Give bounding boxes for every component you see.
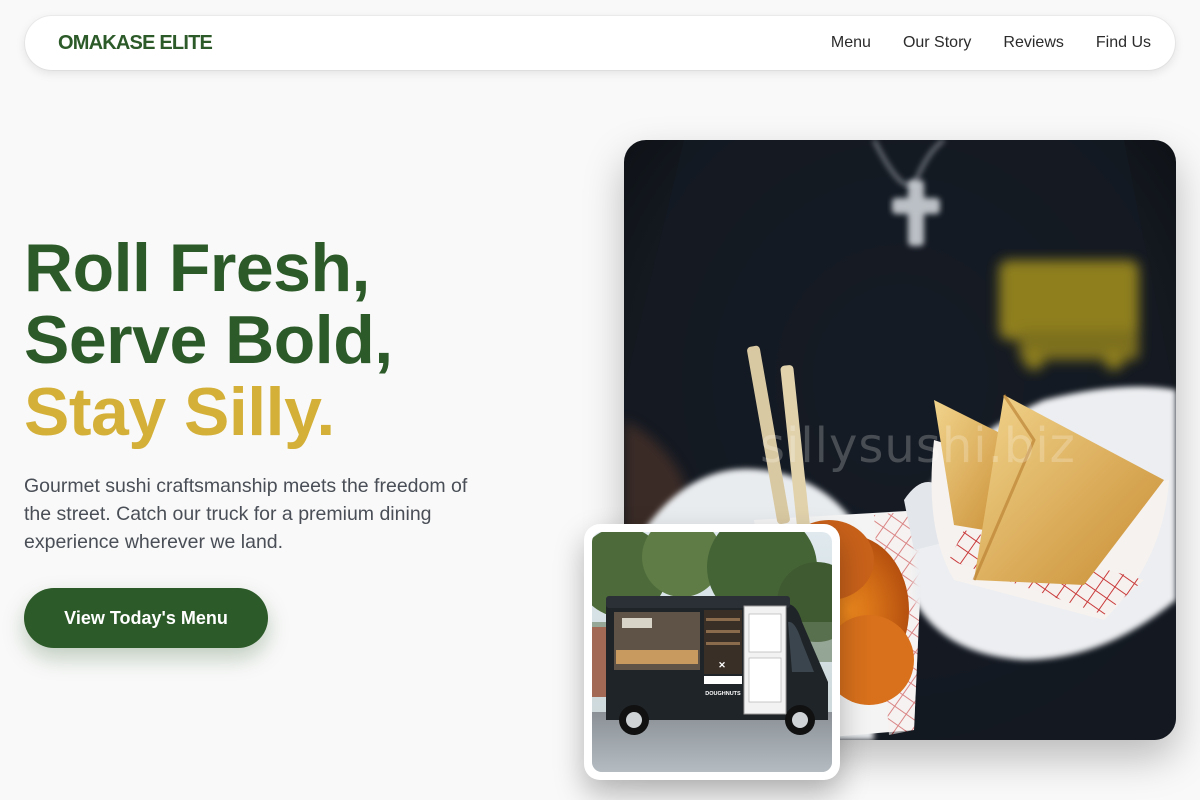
brand-logo[interactable]: OMAKASE ELITE xyxy=(58,32,213,55)
navbar: OMAKASE ELITE Menu Our Story Reviews Fin… xyxy=(25,16,1175,70)
image-watermark: sillysushi.biz xyxy=(760,418,1076,474)
food-truck-photo: ✕ DOUGHNUTS xyxy=(592,532,832,772)
svg-text:✕: ✕ xyxy=(718,660,726,670)
hero-description: Gourmet sushi craftsmanship meets the fr… xyxy=(24,475,468,553)
nav-link-menu[interactable]: Menu xyxy=(831,34,871,52)
hero-title: Roll Fresh, Serve Bold, Stay Silly. xyxy=(24,232,393,448)
nav-link-our-story[interactable]: Our Story xyxy=(903,34,971,52)
food-truck-photo-card: ✕ DOUGHNUTS xyxy=(584,524,840,780)
truck-sign-text: DOUGHNUTS xyxy=(705,691,741,697)
view-menu-button[interactable]: View Today's Menu xyxy=(24,588,268,648)
hero-title-line-2: Serve Bold, xyxy=(24,302,393,378)
hero-title-line-3: Stay Silly. xyxy=(24,374,335,450)
nav-link-reviews[interactable]: Reviews xyxy=(1003,34,1063,52)
nav-link-find-us[interactable]: Find Us xyxy=(1096,34,1151,52)
hero-title-line-1: Roll Fresh, xyxy=(24,230,370,306)
nav-links: Menu Our Story Reviews Find Us xyxy=(831,34,1151,52)
